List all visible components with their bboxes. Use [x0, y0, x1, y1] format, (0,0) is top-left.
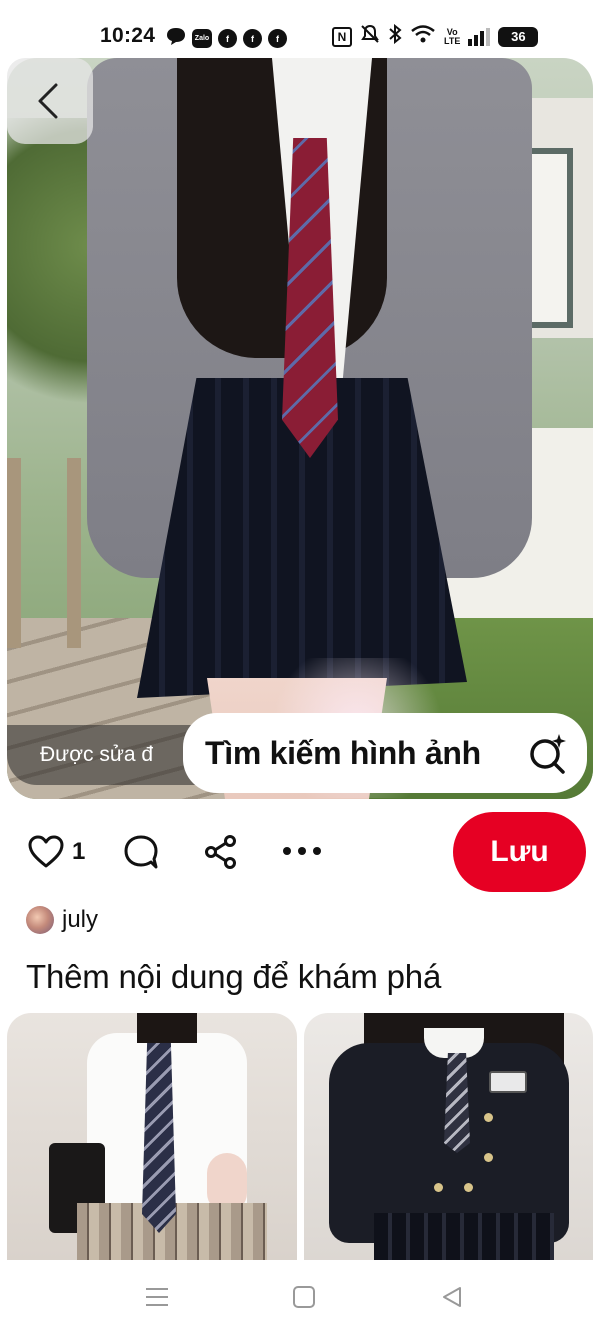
- more-ideas-title: Thêm nội dung để khám phá: [26, 958, 442, 995]
- related-pin-card[interactable]: [304, 1013, 593, 1260]
- avatar[interactable]: [26, 906, 54, 934]
- share-icon: [205, 835, 236, 869]
- back-triangle-icon: [443, 1287, 461, 1307]
- zalo-icon: Zalo: [192, 29, 212, 48]
- home-button[interactable]: [289, 1282, 319, 1312]
- nfc-icon: N: [332, 26, 352, 47]
- more-options-button[interactable]: [281, 844, 323, 858]
- facebook-icon: f: [243, 29, 262, 48]
- volte-icon: Vo LTE: [444, 26, 461, 46]
- system-icons: N Vo LTE 36: [332, 23, 539, 49]
- card-image-badge: [489, 1071, 527, 1093]
- comment-button[interactable]: [123, 834, 159, 870]
- facebook-icon: f: [218, 29, 237, 48]
- system-nav-bar: [0, 1260, 600, 1333]
- menu-icon: [146, 1288, 168, 1306]
- back-button[interactable]: [7, 58, 93, 144]
- visual-search-label: Tìm kiếm hình ảnh: [205, 734, 481, 771]
- signal-icon: [468, 27, 491, 46]
- author-name[interactable]: july: [62, 906, 98, 934]
- card-image-button: [434, 1183, 443, 1192]
- pin-image[interactable]: [7, 58, 593, 799]
- card-image-button: [484, 1153, 493, 1162]
- share-button[interactable]: [203, 834, 239, 870]
- heart-icon: [28, 835, 64, 868]
- card-image-tie: [444, 1053, 470, 1153]
- comment-icon: [124, 835, 158, 869]
- card-image-hair: [137, 1013, 197, 1043]
- save-button[interactable]: Lưu: [453, 812, 586, 892]
- system-back-button[interactable]: [437, 1282, 467, 1312]
- visual-search-button[interactable]: Tìm kiếm hình ảnh: [183, 713, 587, 793]
- bluetooth-icon: [388, 23, 402, 49]
- mute-icon: [360, 24, 380, 49]
- card-image-tie: [142, 1043, 176, 1233]
- card-image-skirt: [374, 1213, 554, 1260]
- card-image-button: [484, 1113, 493, 1122]
- card-image-button: [464, 1183, 473, 1192]
- visual-search-icon: [530, 734, 566, 774]
- notification-icons: Zalo f f f: [166, 26, 287, 51]
- status-time: 10:24: [100, 24, 156, 47]
- like-button[interactable]: 1: [28, 835, 85, 869]
- facebook-icon: f: [268, 29, 287, 48]
- chat-bubble-icon: [166, 26, 186, 51]
- chevron-left-icon: [38, 83, 58, 119]
- battery-icon: 36: [498, 26, 539, 47]
- like-count: 1: [72, 838, 86, 865]
- home-square-icon: [293, 1286, 315, 1308]
- more-dots-icon: [283, 847, 321, 855]
- wifi-icon: [410, 24, 436, 49]
- status-bar: 10:24 Zalo f f f N Vo LTE 36: [0, 0, 600, 58]
- menu-button[interactable]: [142, 1282, 172, 1312]
- related-pin-card[interactable]: [7, 1013, 297, 1260]
- author-row[interactable]: july: [26, 906, 98, 934]
